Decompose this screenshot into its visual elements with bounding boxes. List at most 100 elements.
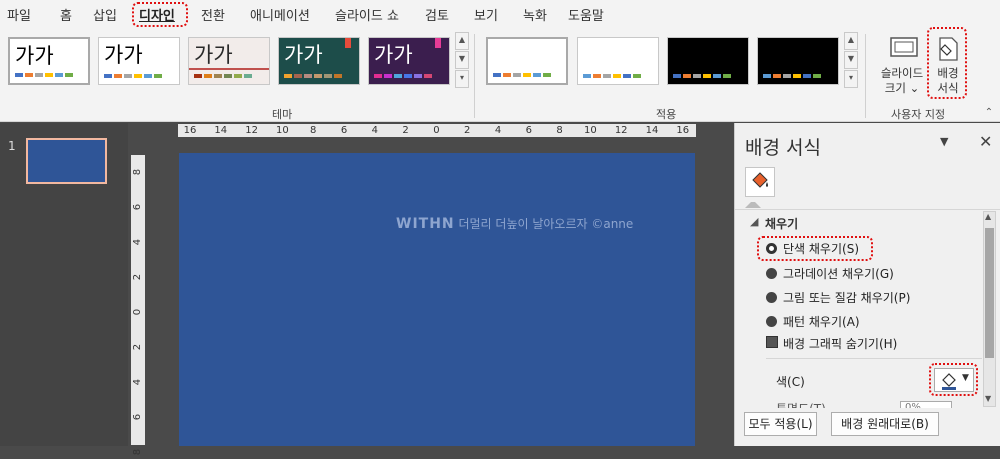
tab-home[interactable]: 홈 [60, 5, 72, 24]
ruler-tick-label: 4 [132, 378, 143, 386]
option-pattern-fill[interactable]: 패턴 채우기(A) [783, 313, 860, 330]
section-collapse-icon[interactable]: ◢ [750, 215, 758, 228]
tab-help[interactable]: 도움말 [568, 5, 604, 24]
ruler-tick-label: 8 [132, 448, 143, 456]
scroll-down-arrow-icon[interactable]: ▼ [985, 394, 991, 403]
slide-thumbnail-1[interactable] [26, 138, 107, 184]
transparency-input[interactable]: 0% [900, 401, 952, 408]
watermark: WITHN 더멀리 더높이 날아오르자 ©anne [396, 215, 633, 232]
theme-thumb-text: 가가 [104, 43, 143, 67]
pane-scrollbar[interactable]: ▲ ▼ [983, 211, 996, 407]
tab-view[interactable]: 보기 [474, 5, 498, 24]
theme-color-dots [15, 73, 73, 77]
ruler-tick-label: 0 [433, 125, 440, 136]
theme-color-dots [194, 74, 252, 78]
variants-more[interactable]: ▾ [844, 70, 858, 88]
theme-thumb-text: 가가 [284, 43, 323, 67]
hide-graphics-checkbox[interactable] [766, 336, 778, 348]
watermark-text: 더멀리 더높이 날아오르자 ©anne [458, 217, 634, 231]
transparency-label: 투명도(T) [776, 400, 826, 408]
theme-thumb-text: 가가 [15, 44, 54, 68]
slide-thumbnail-pane: 1 [0, 123, 128, 446]
group-label-variants: 적용 [656, 108, 677, 121]
pane-tab-pointer [745, 202, 761, 208]
group-divider [474, 34, 475, 118]
ruler-tick-label: 2 [464, 125, 471, 136]
theme-thumb-4[interactable]: 가가 [278, 37, 360, 85]
collapse-ribbon-icon[interactable]: ⌃ [982, 106, 996, 120]
theme-thumb-2[interactable]: 가가 [98, 37, 180, 85]
ruler-tick-label: 4 [132, 238, 143, 246]
theme-thumb-3[interactable]: 가가 [188, 37, 270, 85]
theme-thumb-5[interactable]: 가가 [368, 37, 450, 85]
pane-options-chevron-icon[interactable]: ▼ [940, 135, 948, 148]
pane-scrollbar-thumb[interactable] [985, 228, 994, 358]
option-hide-graphics[interactable]: 배경 그래픽 숨기기(H) [783, 335, 897, 352]
ruler-tick-label: 16 [676, 125, 690, 136]
ruler-tick-label: 2 [132, 343, 143, 351]
paint-bucket-icon [752, 172, 768, 188]
ruler-tick-label: 10 [276, 125, 289, 136]
theme-color-dots [104, 74, 162, 78]
slide-canvas[interactable] [179, 153, 695, 446]
ribbon-tab-bar: 파일 홈 삽입 디자인 전환 애니메이션 슬라이드 쇼 검토 보기 녹화 도움말 [0, 0, 1000, 30]
slide-size-label-2: 크기 [884, 81, 906, 95]
ruler-tick-label: 2 [132, 273, 143, 281]
tab-transitions[interactable]: 전환 [201, 5, 225, 24]
tab-insert[interactable]: 삽입 [93, 5, 117, 24]
color-label: 색(C) [776, 375, 805, 389]
tab-animations[interactable]: 애니메이션 [250, 5, 310, 24]
slide-size-label-1: 슬라이드 [880, 66, 924, 80]
reset-background-button[interactable]: 배경 원래대로(B) [831, 412, 939, 436]
variant-color-dots [583, 74, 641, 78]
ruler-tick-label: 8 [310, 125, 317, 136]
ruler-tick-label: 14 [645, 125, 659, 136]
tab-record[interactable]: 녹화 [523, 5, 547, 24]
themes-more[interactable]: ▾ [455, 70, 469, 88]
close-icon[interactable]: ✕ [979, 132, 992, 151]
ruler-tick-label: 6 [132, 203, 143, 211]
themes-scroll-up[interactable]: ▲ [455, 32, 469, 50]
pane-divider [735, 209, 1000, 210]
ruler-tick-label: 12 [614, 125, 628, 136]
ruler-tick-label: 6 [525, 125, 532, 136]
ruler-tick-label: 12 [245, 125, 258, 136]
ruler-tick-label: 14 [214, 125, 228, 136]
option-picture-fill[interactable]: 그림 또는 질감 채우기(P) [783, 289, 910, 306]
slide-size-button[interactable]: 슬라이드 크기 ⌄ [876, 32, 928, 100]
theme-color-dots [284, 74, 342, 78]
option-gradient-fill[interactable]: 그라데이션 채우기(G) [783, 265, 894, 282]
ribbon: 가가 가가 가가 가가 가가 ▲ ▼ ▾ 테마 ▲ ▼ ▾ 적용 슬라이드 크기… [0, 27, 1000, 122]
transparency-row: 투명도(T) 0% [776, 396, 976, 408]
variant-thumb-1[interactable] [486, 37, 568, 85]
chevron-down-icon: ⌄ [909, 81, 920, 95]
slide-number: 1 [8, 139, 16, 153]
variants-scroll-down[interactable]: ▼ [844, 51, 858, 69]
color-picker-highlight [929, 363, 978, 396]
variant-color-dots [493, 73, 551, 77]
radio-picture-fill[interactable] [766, 292, 777, 303]
tab-slideshow[interactable]: 슬라이드 쇼 [335, 5, 399, 24]
variant-thumb-4[interactable] [757, 37, 839, 85]
format-background-highlight [927, 27, 967, 99]
theme-thumb-text: 가가 [194, 43, 233, 67]
apply-to-all-button[interactable]: 모두 적용(L) [744, 412, 817, 436]
ruler-tick-label: 16 [183, 125, 197, 136]
ruler-tick-label: 6 [340, 125, 348, 136]
theme-thumb-office[interactable]: 가가 [8, 37, 90, 85]
horizontal-ruler: 16 14 12 10 8 6 4 2 0 2 4 6 8 10 12 14 16 [178, 124, 696, 137]
radio-gradient-fill[interactable] [766, 268, 777, 279]
themes-scroll-down[interactable]: ▼ [455, 51, 469, 69]
theme-accent-tag [345, 38, 351, 48]
scroll-up-arrow-icon[interactable]: ▲ [985, 212, 991, 221]
tab-review[interactable]: 검토 [425, 5, 449, 24]
variant-thumb-2[interactable] [577, 37, 659, 85]
group-divider [865, 34, 866, 118]
tab-file[interactable]: 파일 [7, 5, 31, 24]
fill-category-button[interactable] [745, 167, 775, 197]
theme-accent-line [189, 68, 269, 70]
variants-scroll-up[interactable]: ▲ [844, 32, 858, 50]
variant-thumb-3[interactable] [667, 37, 749, 85]
ruler-tick-label: 0 [132, 308, 143, 316]
radio-pattern-fill[interactable] [766, 316, 777, 327]
